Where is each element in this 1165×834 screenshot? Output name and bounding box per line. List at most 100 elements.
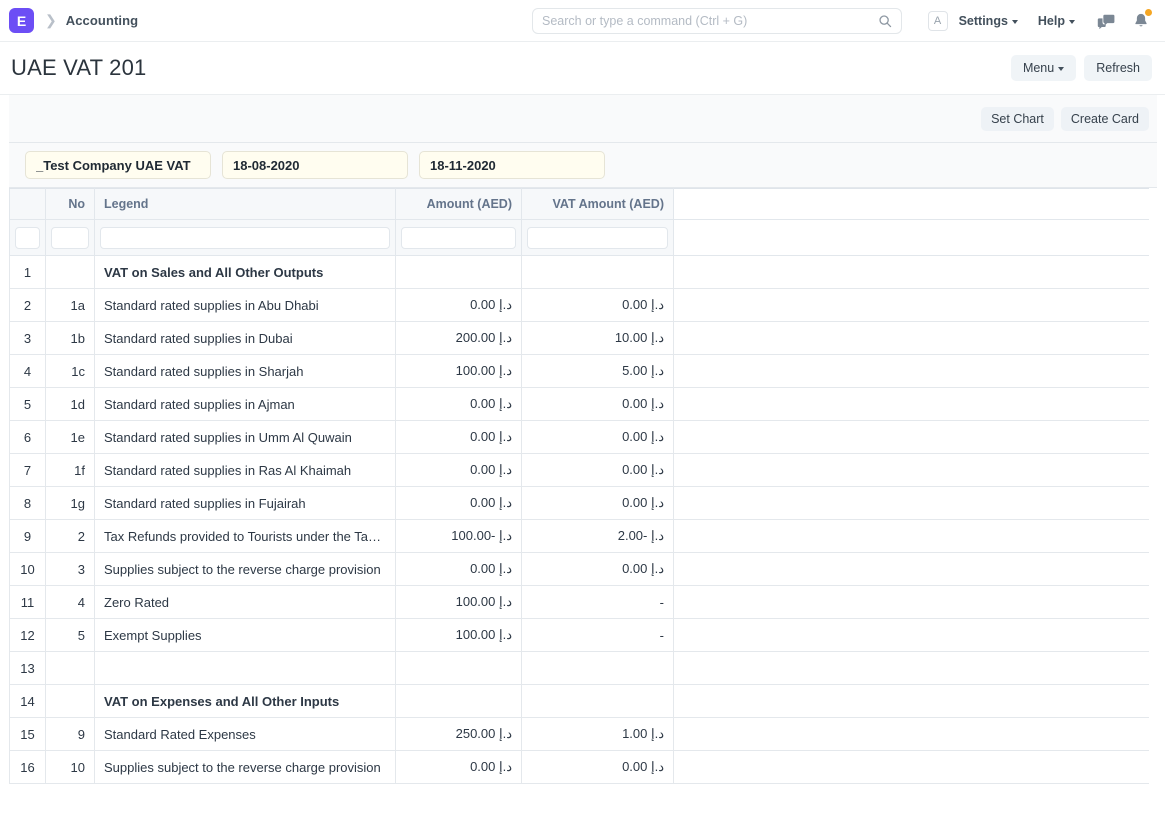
filter-cell-amount[interactable] (396, 220, 522, 256)
notifications-button[interactable] (1130, 10, 1152, 32)
cell-no[interactable]: 1d (46, 388, 95, 421)
table-row[interactable]: 61eStandard rated supplies in Umm Al Quw… (10, 421, 1149, 454)
cell-index[interactable]: 8 (10, 487, 46, 520)
filter-cell-index[interactable] (10, 220, 46, 256)
cell-amount[interactable]: 0.00 د.إ (396, 388, 522, 421)
cell-amount[interactable]: 0.00 د.إ (396, 454, 522, 487)
cell-no[interactable]: 3 (46, 553, 95, 586)
cell-index[interactable]: 9 (10, 520, 46, 553)
avatar[interactable]: A (928, 11, 948, 31)
table-row[interactable]: 14 VAT on Expenses and All Other Inputs (10, 685, 1149, 718)
column-header-no[interactable]: No (46, 189, 95, 220)
cell-legend[interactable] (95, 652, 396, 685)
cell-legend[interactable]: VAT on Expenses and All Other Inputs (95, 685, 396, 718)
search-input[interactable] (542, 14, 878, 28)
cell-legend[interactable]: Standard rated supplies in Ras Al Khaima… (95, 454, 396, 487)
cell-no[interactable]: 1a (46, 289, 95, 322)
cell-legend[interactable]: Standard rated supplies in Ajman (95, 388, 396, 421)
cell-vat-amount[interactable] (522, 256, 674, 289)
table-row[interactable]: 81gStandard rated supplies in Fujairah0.… (10, 487, 1149, 520)
cell-amount[interactable]: 0.00 د.إ (396, 421, 522, 454)
cell-vat-amount[interactable]: - (522, 586, 674, 619)
column-header-amount[interactable]: Amount (AED) (396, 189, 522, 220)
cell-vat-amount[interactable]: - (522, 619, 674, 652)
table-row[interactable]: 103Supplies subject to the reverse charg… (10, 553, 1149, 586)
menu-button[interactable]: Menu (1011, 55, 1076, 81)
cell-legend[interactable]: Supplies subject to the reverse charge p… (95, 553, 396, 586)
global-search[interactable] (532, 8, 902, 34)
cell-vat-amount[interactable] (522, 652, 674, 685)
cell-amount[interactable] (396, 652, 522, 685)
cell-legend[interactable]: Zero Rated (95, 586, 396, 619)
table-row[interactable]: 21aStandard rated supplies in Abu Dhabi0… (10, 289, 1149, 322)
table-row[interactable]: 71fStandard rated supplies in Ras Al Kha… (10, 454, 1149, 487)
cell-amount[interactable]: 100.00 د.إ (396, 355, 522, 388)
cell-no[interactable]: 1f (46, 454, 95, 487)
filter-input-no[interactable] (51, 227, 89, 249)
cell-amount[interactable]: 100.00- د.إ (396, 520, 522, 553)
filter-input-vat-amount[interactable] (527, 227, 668, 249)
cell-vat-amount[interactable] (522, 685, 674, 718)
breadcrumb-accounting[interactable]: Accounting (66, 13, 139, 28)
nav-settings-menu[interactable]: Settings (959, 14, 1018, 28)
refresh-button[interactable]: Refresh (1084, 55, 1152, 81)
cell-index[interactable]: 3 (10, 322, 46, 355)
column-header-legend[interactable]: Legend (95, 189, 396, 220)
cell-legend[interactable]: Standard rated supplies in Sharjah (95, 355, 396, 388)
cell-no[interactable]: 1g (46, 487, 95, 520)
cell-amount[interactable]: 0.00 د.إ (396, 289, 522, 322)
cell-no[interactable] (46, 652, 95, 685)
cell-vat-amount[interactable]: 2.00- د.إ (522, 520, 674, 553)
cell-vat-amount[interactable]: 0.00 د.إ (522, 487, 674, 520)
cell-no[interactable] (46, 685, 95, 718)
cell-no[interactable]: 5 (46, 619, 95, 652)
filter-input-amount[interactable] (401, 227, 516, 249)
cell-index[interactable]: 7 (10, 454, 46, 487)
create-card-button[interactable]: Create Card (1061, 107, 1149, 131)
cell-legend[interactable]: Standard rated supplies in Dubai (95, 322, 396, 355)
cell-no[interactable]: 9 (46, 718, 95, 751)
filter-cell-vat-amount[interactable] (522, 220, 674, 256)
cell-index[interactable]: 5 (10, 388, 46, 421)
cell-no[interactable]: 1e (46, 421, 95, 454)
cell-amount[interactable]: 0.00 د.إ (396, 751, 522, 784)
cell-legend[interactable]: Standard rated supplies in Abu Dhabi (95, 289, 396, 322)
cell-vat-amount[interactable]: 0.00 د.إ (522, 289, 674, 322)
cell-legend[interactable]: Exempt Supplies (95, 619, 396, 652)
cell-index[interactable]: 2 (10, 289, 46, 322)
cell-legend[interactable]: Standard Rated Expenses (95, 718, 396, 751)
cell-amount[interactable]: 0.00 د.إ (396, 487, 522, 520)
table-row[interactable]: 1610Supplies subject to the reverse char… (10, 751, 1149, 784)
cell-index[interactable]: 16 (10, 751, 46, 784)
cell-amount[interactable]: 100.00 د.إ (396, 619, 522, 652)
cell-amount[interactable]: 200.00 د.إ (396, 322, 522, 355)
cell-vat-amount[interactable]: 0.00 د.إ (522, 421, 674, 454)
cell-legend[interactable]: Supplies subject to the reverse charge p… (95, 751, 396, 784)
set-chart-button[interactable]: Set Chart (981, 107, 1054, 131)
to-date-filter-input[interactable] (419, 151, 605, 179)
cell-amount[interactable]: 0.00 د.إ (396, 553, 522, 586)
cell-index[interactable]: 6 (10, 421, 46, 454)
cell-index[interactable]: 4 (10, 355, 46, 388)
chat-button[interactable] (1095, 10, 1117, 32)
cell-legend[interactable]: Standard rated supplies in Umm Al Quwain (95, 421, 396, 454)
table-row[interactable]: 31bStandard rated supplies in Dubai200.0… (10, 322, 1149, 355)
cell-index[interactable]: 15 (10, 718, 46, 751)
cell-index[interactable]: 14 (10, 685, 46, 718)
cell-vat-amount[interactable]: 10.00 د.إ (522, 322, 674, 355)
cell-legend[interactable]: Tax Refunds provided to Tourists under t… (95, 520, 396, 553)
app-logo-icon[interactable]: E (9, 8, 34, 33)
cell-index[interactable]: 13 (10, 652, 46, 685)
table-row[interactable]: 13 (10, 652, 1149, 685)
cell-vat-amount[interactable]: 0.00 د.إ (522, 388, 674, 421)
filter-cell-legend[interactable] (95, 220, 396, 256)
filter-input-legend[interactable] (100, 227, 390, 249)
cell-vat-amount[interactable]: 0.00 د.إ (522, 553, 674, 586)
cell-amount[interactable]: 100.00 د.إ (396, 586, 522, 619)
cell-index[interactable]: 12 (10, 619, 46, 652)
filter-cell-no[interactable] (46, 220, 95, 256)
cell-no[interactable]: 2 (46, 520, 95, 553)
from-date-filter-input[interactable] (222, 151, 408, 179)
cell-index[interactable]: 11 (10, 586, 46, 619)
table-row[interactable]: 92Tax Refunds provided to Tourists under… (10, 520, 1149, 553)
